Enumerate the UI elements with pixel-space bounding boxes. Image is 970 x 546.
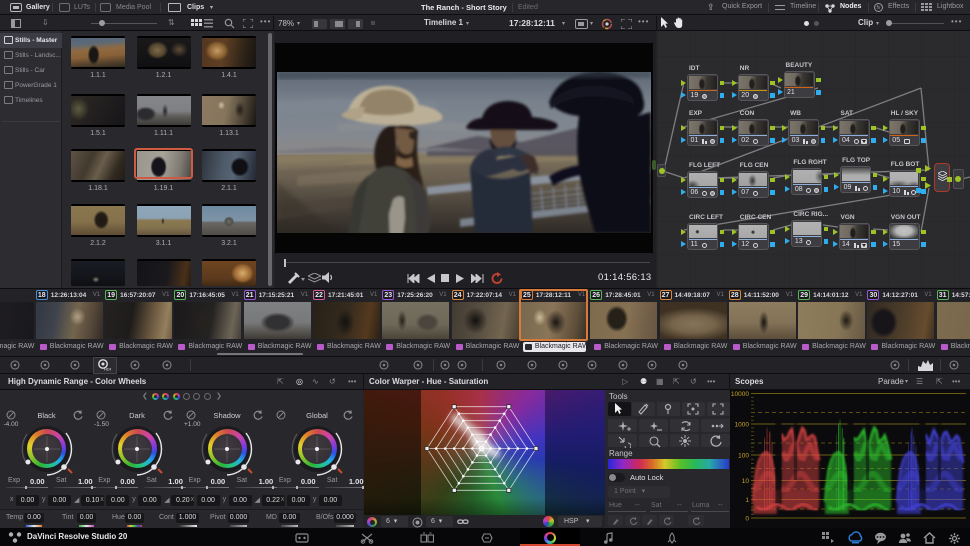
svg-text:1000: 1000 — [735, 422, 750, 429]
svg-text:1: 1 — [745, 497, 749, 504]
svg-text:0: 0 — [745, 516, 749, 523]
svg-text:10000: 10000 — [731, 391, 749, 398]
svg-text:HDR: HDR — [104, 367, 111, 372]
svg-text:10: 10 — [742, 478, 750, 485]
svg-text:100: 100 — [738, 453, 749, 460]
